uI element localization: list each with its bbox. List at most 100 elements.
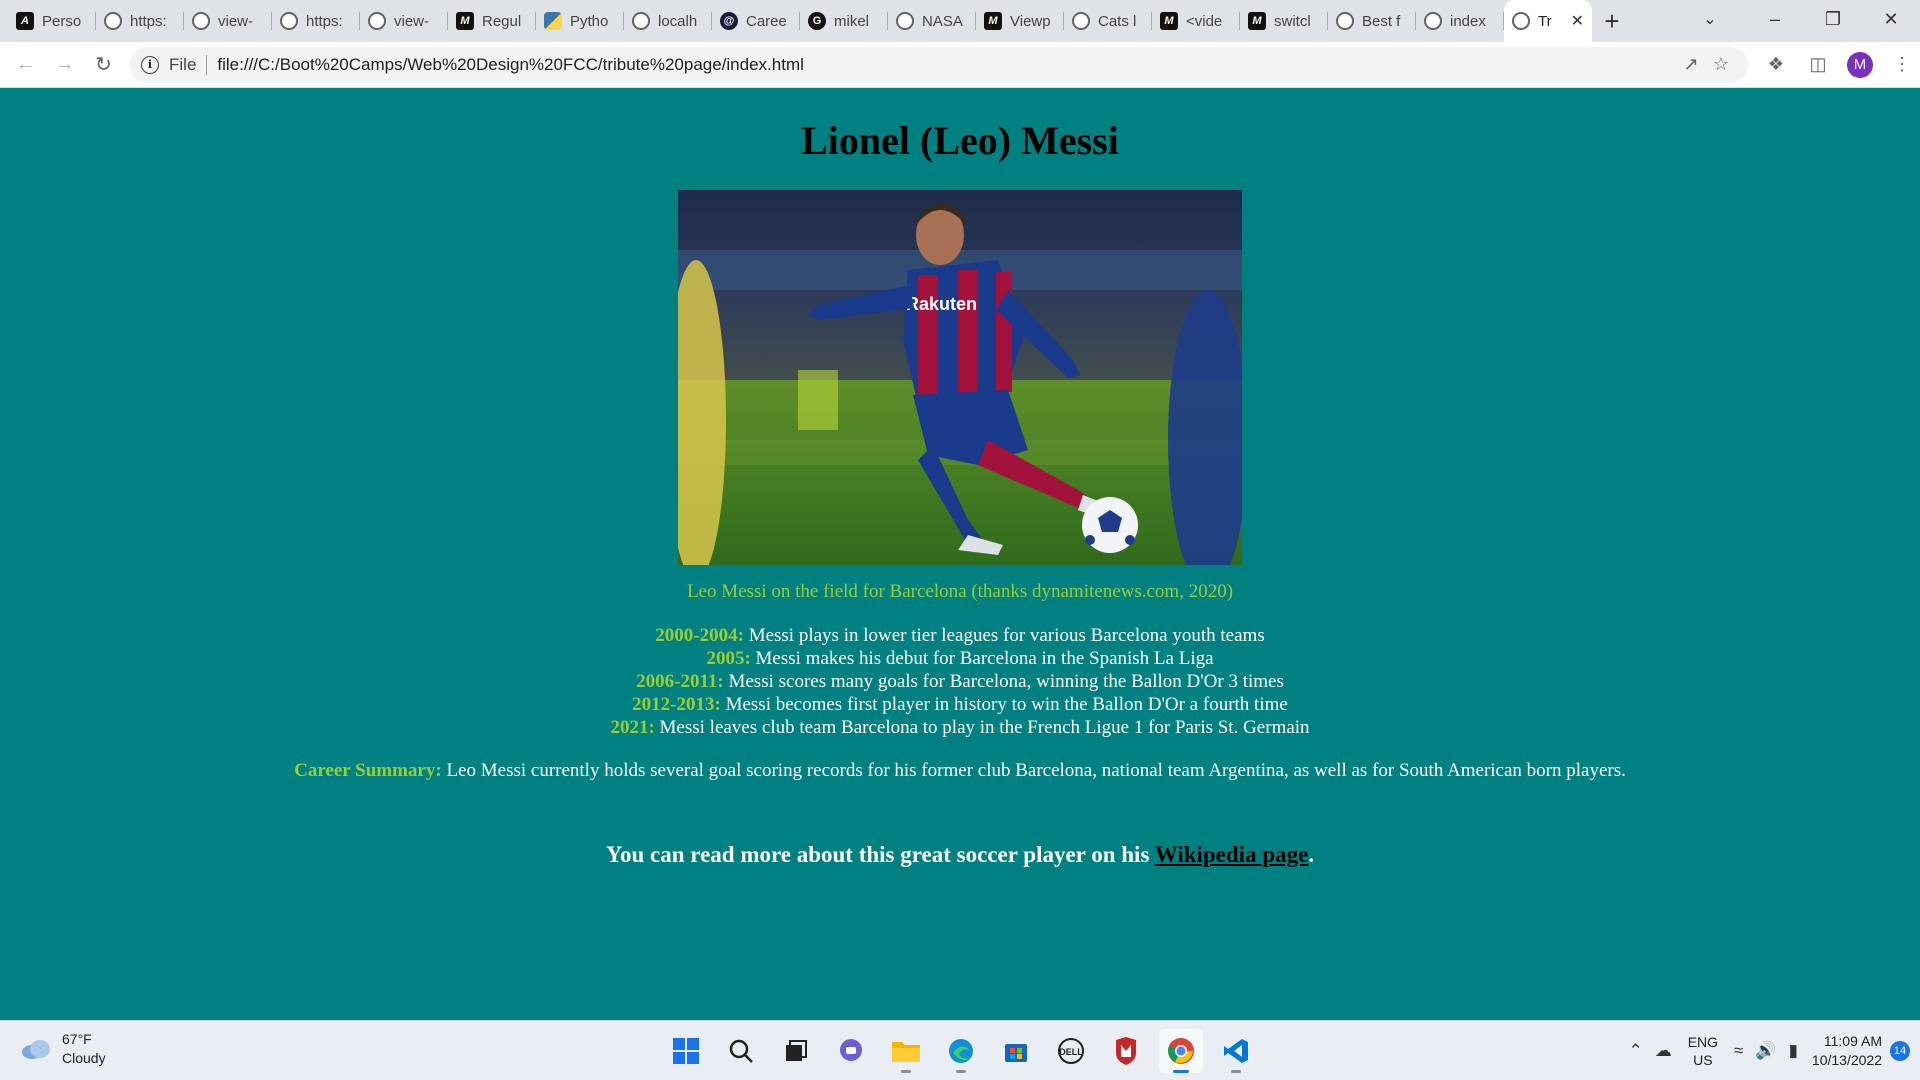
dell-icon[interactable]: DELL bbox=[1049, 1029, 1093, 1073]
timeline-years: 2012-2013: bbox=[632, 694, 721, 715]
shirt-sponsor-text: Rakuten bbox=[906, 294, 977, 314]
teams-chat-icon[interactable] bbox=[829, 1029, 873, 1073]
minimize-button[interactable]: – bbox=[1746, 0, 1804, 38]
battery-icon[interactable]: ▮ bbox=[1783, 1041, 1804, 1061]
vscode-icon[interactable] bbox=[1214, 1029, 1258, 1073]
notification-badge[interactable]: 14 bbox=[1890, 1041, 1910, 1061]
tab-list: A Perso https: view-https: view- M Regul Pytho l… bbox=[0, 0, 1592, 42]
browser-tab[interactable]: Gmikel bbox=[800, 0, 888, 42]
close-window-button[interactable]: ✕ bbox=[1862, 0, 1920, 38]
reload-icon[interactable]: ↻ bbox=[84, 45, 123, 85]
back-arrow-icon[interactable]: ← bbox=[6, 45, 45, 85]
summary-label: Career Summary: bbox=[294, 760, 442, 781]
browser-tab[interactable]: @ Caree bbox=[712, 0, 800, 42]
file-explorer-icon[interactable] bbox=[884, 1029, 928, 1073]
extensions-puzzle-icon[interactable]: ❖ bbox=[1758, 47, 1794, 83]
volume-icon[interactable]: 🔊 bbox=[1749, 1041, 1782, 1061]
browser-tab[interactable]: https: bbox=[96, 0, 184, 42]
browser-tab[interactable]: Pytho bbox=[536, 0, 624, 42]
browser-tab[interactable]: NASA bbox=[888, 0, 976, 42]
timeline-item: 2006-2011: Messi scores many goals for B… bbox=[0, 670, 1920, 693]
timeline-item: 2021: Messi leaves club team Barcelona t… bbox=[0, 716, 1920, 739]
browser-tab[interactable]: M Viewp bbox=[976, 0, 1064, 42]
chevron-up-icon[interactable]: ⌃ bbox=[1622, 1041, 1648, 1061]
weather-temperature: 67°F bbox=[62, 1031, 92, 1047]
info-icon[interactable]: i bbox=[141, 55, 159, 74]
search-icon[interactable] bbox=[719, 1029, 763, 1073]
cloud-icon bbox=[22, 1040, 50, 1059]
profile-initial: M bbox=[1847, 51, 1873, 78]
browser-tab[interactable]: https: bbox=[272, 0, 360, 42]
mcafee-icon[interactable] bbox=[1104, 1029, 1148, 1073]
browser-tab[interactable]: A Perso bbox=[8, 0, 96, 42]
browser-tab[interactable]: Cats l bbox=[1064, 0, 1152, 42]
browser-tab[interactable]: Best f bbox=[1328, 0, 1416, 42]
tab-title: <vide bbox=[1186, 12, 1223, 30]
microsoft-store-icon[interactable] bbox=[994, 1029, 1038, 1073]
browser-tab[interactable]: view- bbox=[360, 0, 448, 42]
browser-tab[interactable]: M <vide bbox=[1152, 0, 1240, 42]
forward-arrow-icon[interactable]: → bbox=[45, 45, 84, 85]
tab-title: mikel bbox=[834, 12, 870, 30]
close-tab-icon[interactable]: ✕ bbox=[1571, 11, 1584, 31]
tab-title: view- bbox=[218, 12, 254, 30]
share-icon[interactable]: ↗ bbox=[1676, 54, 1706, 75]
restore-button[interactable]: ❐ bbox=[1804, 0, 1862, 38]
chrome-browser-icon[interactable] bbox=[1159, 1029, 1203, 1073]
url-text[interactable]: file:///C:/Boot%20Camps/Web%20Design%20F… bbox=[217, 55, 1676, 75]
wikipedia-link[interactable]: Wikipedia page bbox=[1155, 842, 1309, 867]
running-indicator bbox=[1231, 1070, 1241, 1073]
browser-tab[interactable]: Mswitcl bbox=[1240, 0, 1328, 42]
browser-tab[interactable]: view- bbox=[184, 0, 272, 42]
wifi-icon[interactable]: ≈ bbox=[1728, 1041, 1749, 1061]
edge-browser-icon[interactable] bbox=[939, 1029, 983, 1073]
timeline-text: Messi scores many goals for Barcelona, w… bbox=[723, 671, 1284, 692]
tab-title: Best f bbox=[1362, 12, 1401, 30]
timeline-years: 2021: bbox=[610, 717, 655, 738]
globe-icon bbox=[632, 12, 650, 30]
timeline-text: Messi makes his debut for Barcelona in t… bbox=[750, 648, 1214, 669]
running-indicator bbox=[901, 1070, 911, 1073]
start-windows-icon[interactable] bbox=[664, 1029, 708, 1073]
profile-avatar[interactable]: M bbox=[1842, 47, 1878, 83]
tab-search-chevron-icon[interactable]: ⌄ bbox=[1688, 0, 1732, 38]
timeline-item: 2012-2013: Messi becomes first player in… bbox=[0, 693, 1920, 716]
timeline-years: 2005: bbox=[706, 648, 751, 669]
browser-tab[interactable]: M Regul bbox=[448, 0, 536, 42]
task-view-icon[interactable] bbox=[774, 1029, 818, 1073]
tribute-page: Lionel (Leo) Messi Rakuten Leo Messi on … bbox=[0, 89, 1920, 1020]
tab-title: NASA bbox=[922, 12, 963, 30]
browser-tab[interactable]: Tr ✕ bbox=[1504, 0, 1592, 42]
globe-icon bbox=[1424, 12, 1442, 30]
tab-title: Caree bbox=[746, 12, 787, 30]
browser-toolbar: ← → ↻ i File file:///C:/Boot%20Camps/Web… bbox=[0, 42, 1920, 88]
summary-text: Leo Messi currently holds several goal s… bbox=[441, 760, 1626, 781]
globe-icon bbox=[1336, 12, 1354, 30]
globe-icon bbox=[368, 12, 386, 30]
tab-title: Tr bbox=[1538, 12, 1552, 30]
globe-icon bbox=[1512, 12, 1530, 30]
language-indicator[interactable]: ENG US bbox=[1678, 1033, 1728, 1069]
globe-icon bbox=[1072, 12, 1090, 30]
clock-date: 10/13/2022 bbox=[1811, 1052, 1882, 1068]
new-tab-button[interactable]: + bbox=[1592, 0, 1632, 42]
tab-title: Cats l bbox=[1098, 12, 1137, 30]
m-logo-icon: M bbox=[1160, 12, 1178, 30]
globe-icon bbox=[104, 12, 122, 30]
side-panel-icon[interactable]: ◫ bbox=[1800, 47, 1836, 83]
messi-photo: Rakuten bbox=[678, 190, 1242, 565]
timeline-text: Messi plays in lower tier leagues for va… bbox=[743, 625, 1265, 646]
browser-tab[interactable]: localh bbox=[624, 0, 712, 42]
menu-kebab-icon[interactable]: ⋮ bbox=[1884, 47, 1920, 83]
timeline-item: 2005: Messi makes his debut for Barcelon… bbox=[0, 647, 1920, 670]
weather-widget[interactable]: 67°F Cloudy bbox=[20, 1030, 106, 1068]
onedrive-cloud-icon[interactable]: ☁ bbox=[1649, 1041, 1678, 1061]
tab-title: https: bbox=[306, 12, 343, 30]
bookmark-star-icon[interactable]: ☆ bbox=[1706, 54, 1736, 75]
tab-title: https: bbox=[130, 12, 167, 30]
python-icon bbox=[544, 12, 562, 30]
browser-tab[interactable]: index bbox=[1416, 0, 1504, 42]
clock[interactable]: 11:09 AM 10/13/2022 bbox=[1804, 1032, 1890, 1070]
tab-title: localh bbox=[658, 12, 698, 30]
address-bar[interactable]: i File file:///C:/Boot%20Camps/Web%20Des… bbox=[129, 46, 1748, 83]
